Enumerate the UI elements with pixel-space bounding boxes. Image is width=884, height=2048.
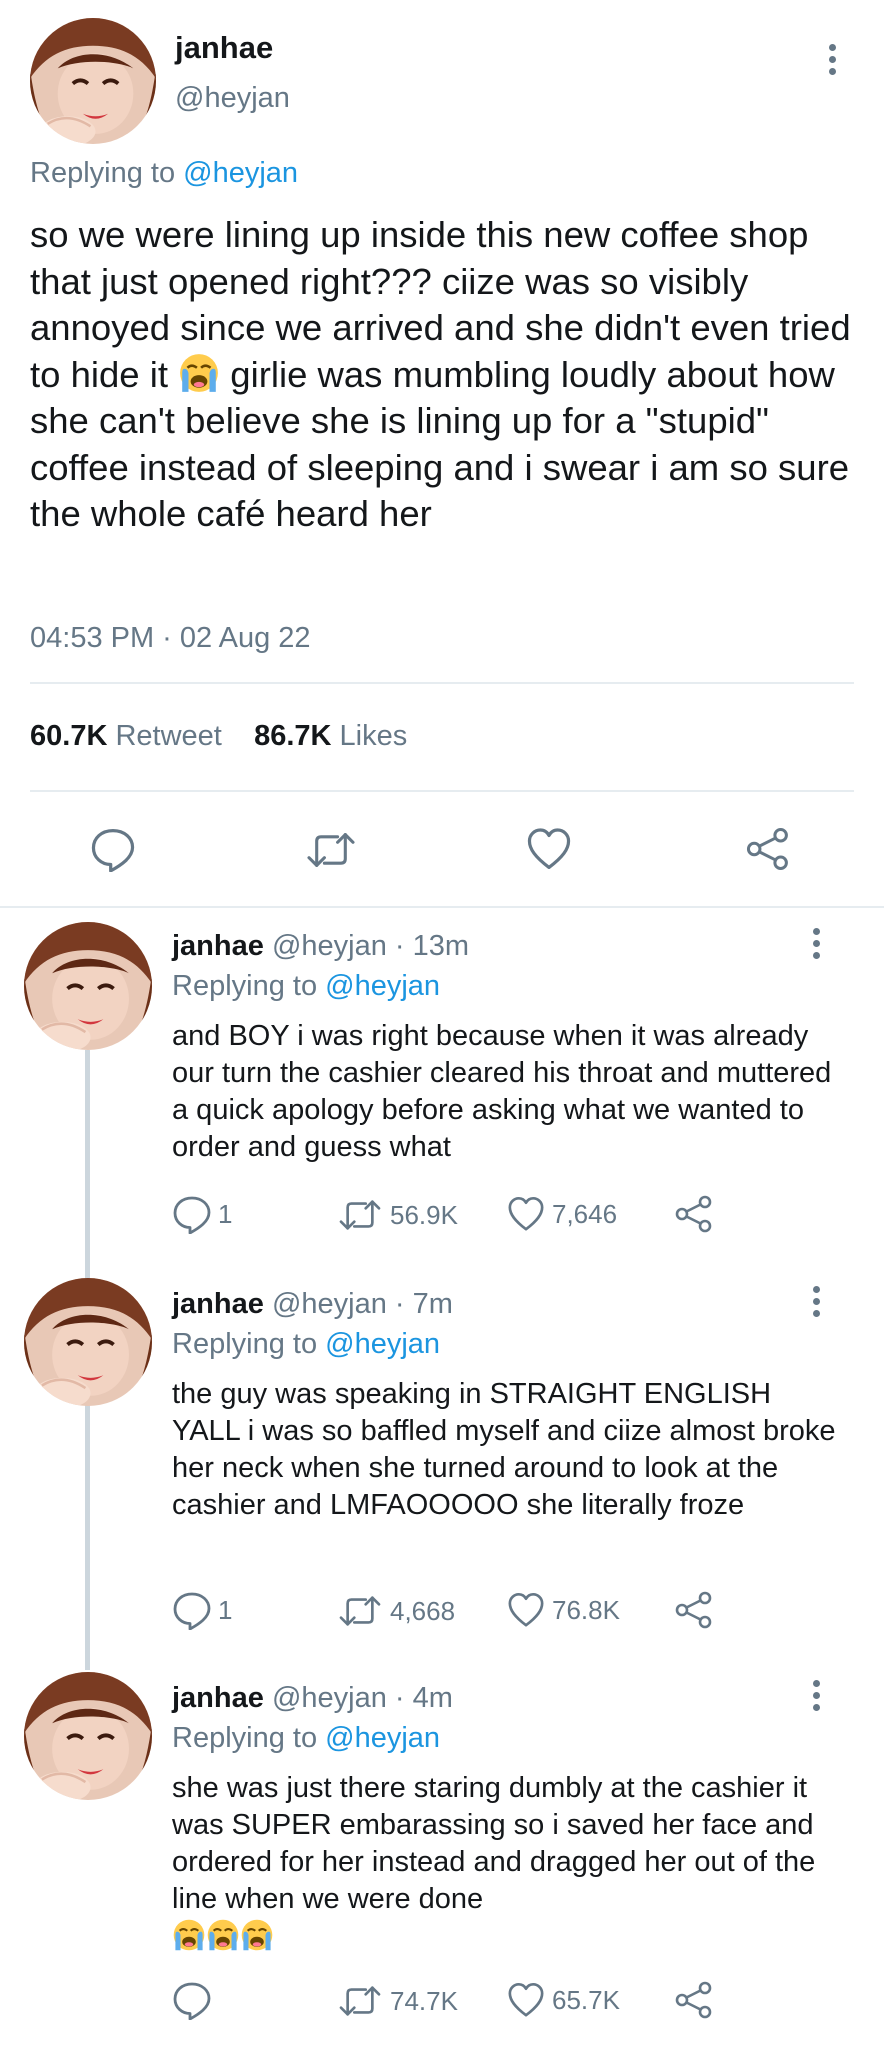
display-name[interactable]: janhae	[172, 1288, 264, 1320]
retweet-count: 60.7K	[30, 720, 108, 752]
share-button[interactable]	[674, 1194, 714, 1234]
tweet-text: so we were lining up inside this new cof…	[30, 212, 860, 538]
reply-icon	[172, 1194, 212, 1234]
likes-label: Likes	[339, 720, 408, 752]
tweet-text: the guy was speaking in STRAIGHT ENGLISH…	[172, 1378, 836, 1521]
share-button[interactable]	[745, 826, 791, 872]
more-options-icon[interactable]	[826, 44, 838, 84]
like-count: 65.7K	[552, 1984, 620, 2015]
handle[interactable]: @heyjan	[175, 82, 290, 115]
handle-time: @heyjan · 13m	[271, 930, 470, 962]
retweet-icon	[303, 828, 359, 872]
heart-icon	[506, 1981, 546, 2019]
share-button[interactable]	[674, 1590, 714, 1630]
divider	[30, 682, 854, 684]
replying-to: Replying to @heyjan	[172, 1328, 440, 1361]
reply-tweet[interactable]: janhae @heyjan · 13m Replying to @heyjan…	[0, 922, 884, 1252]
reply-tweet[interactable]: janhae @heyjan · 4m Replying to @heyjan …	[0, 1672, 884, 2048]
replying-to: Replying to @heyjan	[30, 157, 298, 190]
main-tweet: janhae @heyjan Replying to @heyjan so we…	[0, 0, 884, 908]
retweet-count: 56.9K	[390, 1199, 458, 1230]
like-count: 86.7K	[254, 720, 332, 752]
like-count: 76.8K	[552, 1594, 620, 1625]
heart-icon	[525, 826, 573, 872]
replying-prefix: Replying to	[172, 1328, 318, 1360]
heart-icon	[506, 1591, 546, 1629]
share-icon	[745, 826, 791, 872]
share-icon	[674, 1194, 714, 1234]
avatar[interactable]	[24, 922, 152, 1050]
share-icon	[674, 1590, 714, 1630]
more-options-icon[interactable]	[810, 1286, 822, 1326]
reply-count: 1	[218, 1198, 233, 1229]
handle-time: @heyjan · 4m	[271, 1682, 453, 1714]
crying-face-emoji	[178, 352, 220, 394]
reply-button[interactable]	[172, 1980, 218, 2020]
retweet-icon	[336, 1196, 384, 1234]
tweet-text-body: she was just there staring dumbly at the…	[172, 1772, 816, 1915]
share-button[interactable]	[674, 1980, 714, 2020]
divider	[30, 790, 854, 792]
heart-icon	[506, 1195, 546, 1233]
reply-icon	[172, 1590, 212, 1630]
reply-header: janhae @heyjan · 4m	[172, 1682, 453, 1715]
reply-icon	[90, 826, 136, 872]
display-name[interactable]: janhae	[172, 1682, 264, 1714]
avatar[interactable]	[30, 18, 156, 144]
like-button[interactable]: 65.7K	[506, 1981, 620, 2019]
reply-button[interactable]: 1	[172, 1590, 232, 1630]
reply-tweet[interactable]: janhae @heyjan · 7m Replying to @heyjan …	[0, 1278, 884, 1648]
retweet-icon	[336, 1982, 384, 2020]
avatar[interactable]	[24, 1278, 152, 1406]
engagement-stats: 60.7K Retweet 86.7K Likes	[30, 720, 407, 753]
timestamp: 04:53 PM · 02 Aug 22	[30, 622, 311, 654]
handle-time: @heyjan · 7m	[271, 1288, 453, 1320]
likes-stat[interactable]: 86.7K Likes	[254, 720, 407, 752]
retweet-label: Retweet	[115, 720, 222, 752]
retweet-button[interactable]: 56.9K	[336, 1196, 458, 1234]
like-button[interactable]: 76.8K	[506, 1591, 620, 1629]
retweet-button[interactable]: 4,668	[336, 1592, 455, 1630]
replying-to: Replying to @heyjan	[172, 1722, 440, 1755]
reply-icon	[172, 1980, 212, 2020]
display-name[interactable]: janhae	[172, 930, 264, 962]
share-icon	[674, 1980, 714, 2020]
retweet-button[interactable]: 74.7K	[336, 1982, 458, 2020]
reply-count: 1	[218, 1594, 233, 1625]
retweet-count: 4,668	[390, 1595, 456, 1626]
more-options-icon[interactable]	[810, 1680, 822, 1720]
replying-handle-link[interactable]: @heyjan	[325, 1328, 440, 1360]
replying-prefix: Replying to	[172, 970, 318, 1002]
retweet-button[interactable]	[303, 828, 359, 872]
like-button[interactable]	[525, 826, 573, 872]
replying-handle-link[interactable]: @heyjan	[183, 157, 298, 189]
crying-face-emoji	[206, 1918, 240, 1952]
display-name[interactable]: janhae	[175, 30, 273, 66]
like-count: 7,646	[552, 1198, 618, 1229]
tweet-text: she was just there staring dumbly at the…	[172, 1770, 842, 1956]
reply-header: janhae @heyjan · 7m	[172, 1288, 453, 1321]
replying-prefix: Replying to	[172, 1722, 318, 1754]
retweets-stat[interactable]: 60.7K Retweet	[30, 720, 222, 752]
reply-header: janhae @heyjan · 13m	[172, 930, 469, 963]
more-options-icon[interactable]	[810, 928, 822, 968]
reply-button[interactable]	[90, 826, 136, 872]
crying-face-emoji	[172, 1918, 206, 1952]
replying-prefix: Replying to	[30, 157, 176, 189]
retweet-count: 74.7K	[390, 1985, 458, 2016]
avatar[interactable]	[24, 1672, 152, 1800]
retweet-icon	[336, 1592, 384, 1630]
like-button[interactable]: 7,646	[506, 1195, 617, 1233]
tweet-text: and BOY i was right because when it was …	[172, 1020, 832, 1163]
divider	[0, 906, 884, 908]
replying-handle-link[interactable]: @heyjan	[325, 1722, 440, 1754]
replying-to: Replying to @heyjan	[172, 970, 440, 1003]
reply-button[interactable]: 1	[172, 1194, 232, 1234]
crying-face-emoji	[240, 1918, 274, 1952]
replying-handle-link[interactable]: @heyjan	[325, 970, 440, 1002]
